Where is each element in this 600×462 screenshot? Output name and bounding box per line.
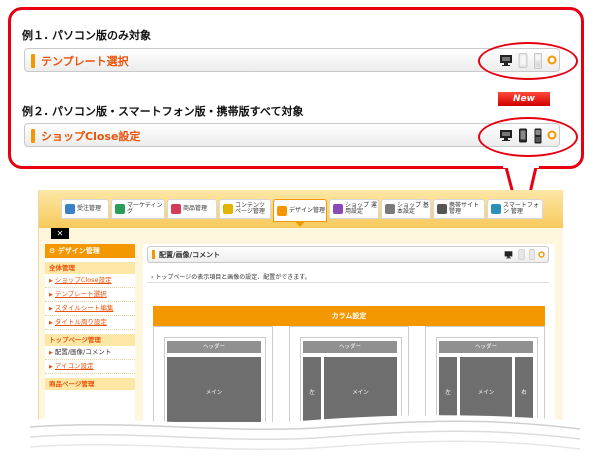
main-content: 配置/画像/コメント › トップページの表示項目と画像の設定、配置ができます。 … bbox=[143, 244, 555, 422]
layout-block-main: メイン bbox=[324, 357, 397, 422]
sidebar-item-layout-image-comment[interactable]: ▶ 配置/画像/コメント bbox=[45, 346, 135, 360]
smartphone-icon bbox=[518, 249, 525, 260]
tab-label: ショップ 基本設定 bbox=[397, 202, 429, 215]
arrow-right-icon: ▶ bbox=[49, 306, 53, 312]
top-nav-bar: 受注管理 マーケティング 商品管理 コンテンツ ページ管理 デザイン管理 ショッ… bbox=[39, 190, 563, 228]
tab-content-page[interactable]: コンテンツ ページ管理 bbox=[219, 199, 271, 219]
page-description-text: トップページの表示項目と画像の設定、配置ができます。 bbox=[155, 274, 311, 281]
layout-block-left: 左 bbox=[303, 357, 321, 422]
shop-basic-icon bbox=[385, 204, 395, 214]
sidebar-item-label: ショップClose設定 bbox=[54, 276, 112, 284]
pc-monitor-icon bbox=[504, 251, 513, 259]
marketing-icon bbox=[115, 204, 125, 214]
layout-block-main: メイン bbox=[460, 357, 512, 422]
close-button[interactable]: ✕ bbox=[51, 228, 69, 239]
sidebar-section-title: 全体管理 bbox=[45, 262, 135, 274]
layout-option-3col[interactable]: ヘッダー 左 メイン 右 bbox=[425, 326, 545, 422]
page-title-bar: 配置/画像/コメント bbox=[147, 246, 549, 263]
mobile-site-icon bbox=[437, 204, 447, 214]
sidebar-item-stylesheet[interactable]: ▶ スタイルシート編集 bbox=[45, 302, 135, 316]
layout-block-right: 右 bbox=[515, 357, 533, 422]
layout-header: ヘッダー bbox=[439, 341, 533, 353]
tab-label: 受注管理 bbox=[77, 205, 102, 212]
page-title: 配置/画像/コメント bbox=[159, 251, 221, 259]
content-page-icon bbox=[223, 204, 233, 214]
sidebar-item-label: テンプレート選択 bbox=[54, 290, 107, 298]
sidebar-item-label: スタイルシート編集 bbox=[54, 304, 114, 312]
sidebar-header: ⚙ デザイン管理 bbox=[45, 244, 135, 258]
tab-label: コンテンツ ページ管理 bbox=[235, 202, 266, 215]
admin-screenshot: 受注管理 マーケティング 商品管理 コンテンツ ページ管理 デザイン管理 ショッ… bbox=[38, 190, 563, 422]
layout-option-1col[interactable]: ヘッダー メイン bbox=[153, 326, 273, 422]
tab-label: 携帯サイト 管理 bbox=[449, 202, 480, 215]
layout-header: ヘッダー bbox=[303, 341, 397, 353]
sidebar-item-template[interactable]: ▶ テンプレート選択 bbox=[45, 288, 135, 302]
sidebar: ⚙ デザイン管理 全体管理 ▶ ショップClose設定 ▶ テンプレート選択 ▶ スタ… bbox=[45, 244, 135, 422]
tab-design[interactable]: デザイン管理 bbox=[273, 199, 327, 222]
divider bbox=[147, 282, 549, 283]
layout-block-left: 左 bbox=[439, 357, 457, 422]
mobile-phone-icon bbox=[529, 249, 535, 260]
arrow-right-icon: ▶ bbox=[49, 278, 53, 284]
arrow-right-icon: ▶ bbox=[49, 320, 53, 326]
tab-shop-operation[interactable]: ショップ 運用設定 bbox=[329, 199, 379, 219]
page-description: › トップページの表示項目と画像の設定、配置ができます。 bbox=[151, 272, 311, 281]
sidebar-item-label: アイコン設定 bbox=[54, 362, 94, 370]
tab-marketing[interactable]: マーケティング bbox=[111, 199, 165, 219]
wavy-cutoff-decoration bbox=[0, 415, 600, 462]
tab-smartphone-admin[interactable]: スマートフォン 管理 bbox=[487, 199, 543, 219]
tab-label: マーケティング bbox=[127, 202, 163, 215]
arrow-right-icon: ▶ bbox=[49, 364, 53, 370]
tab-order[interactable]: 受注管理 bbox=[61, 199, 109, 219]
product-icon bbox=[171, 204, 181, 214]
arrow-right-icon: ▶ bbox=[49, 350, 53, 356]
layout-header: ヘッダー bbox=[167, 341, 261, 353]
gear-icon: ⚙ bbox=[49, 247, 58, 255]
sidebar-header-label: デザイン管理 bbox=[57, 247, 100, 255]
tab-label: スマートフォン 管理 bbox=[503, 202, 539, 215]
order-icon bbox=[65, 204, 75, 214]
sidebar-item-label: タイトル周り設定 bbox=[54, 318, 107, 326]
sidebar-item-label: 配置/画像/コメント bbox=[54, 348, 112, 356]
tab-label: デザイン管理 bbox=[289, 206, 326, 214]
smartphone-admin-icon bbox=[491, 204, 501, 214]
sidebar-item-shop-close[interactable]: ▶ ショップClose設定 bbox=[45, 274, 135, 288]
column-settings-header: カラム設定 bbox=[153, 306, 545, 326]
sidebar-section-title: トップページ管理 bbox=[45, 334, 135, 346]
layout-block-main: メイン bbox=[167, 357, 261, 422]
orange-circle-icon[interactable] bbox=[538, 251, 545, 258]
tab-label: 商品管理 bbox=[183, 205, 208, 212]
tab-shop-basic[interactable]: ショップ 基本設定 bbox=[381, 199, 431, 219]
design-icon bbox=[277, 205, 287, 216]
layout-option-2col[interactable]: ヘッダー 左 メイン bbox=[289, 326, 409, 422]
arrow-right-icon: ▶ bbox=[49, 292, 53, 298]
bar-accent-mark bbox=[152, 250, 155, 259]
sidebar-section-title: 商品ページ管理 bbox=[45, 378, 135, 390]
tab-product[interactable]: 商品管理 bbox=[167, 199, 217, 219]
sidebar-item-title-settings[interactable]: ▶ タイトル周り設定 bbox=[45, 316, 135, 330]
tab-mobile-site[interactable]: 携帯サイト 管理 bbox=[433, 199, 485, 219]
chevron-down-icon bbox=[295, 221, 305, 227]
tab-label: ショップ 運用設定 bbox=[345, 202, 377, 215]
sidebar-item-icon-settings[interactable]: ▶ アイコン設定 bbox=[45, 360, 135, 374]
shop-operation-icon bbox=[333, 204, 343, 214]
